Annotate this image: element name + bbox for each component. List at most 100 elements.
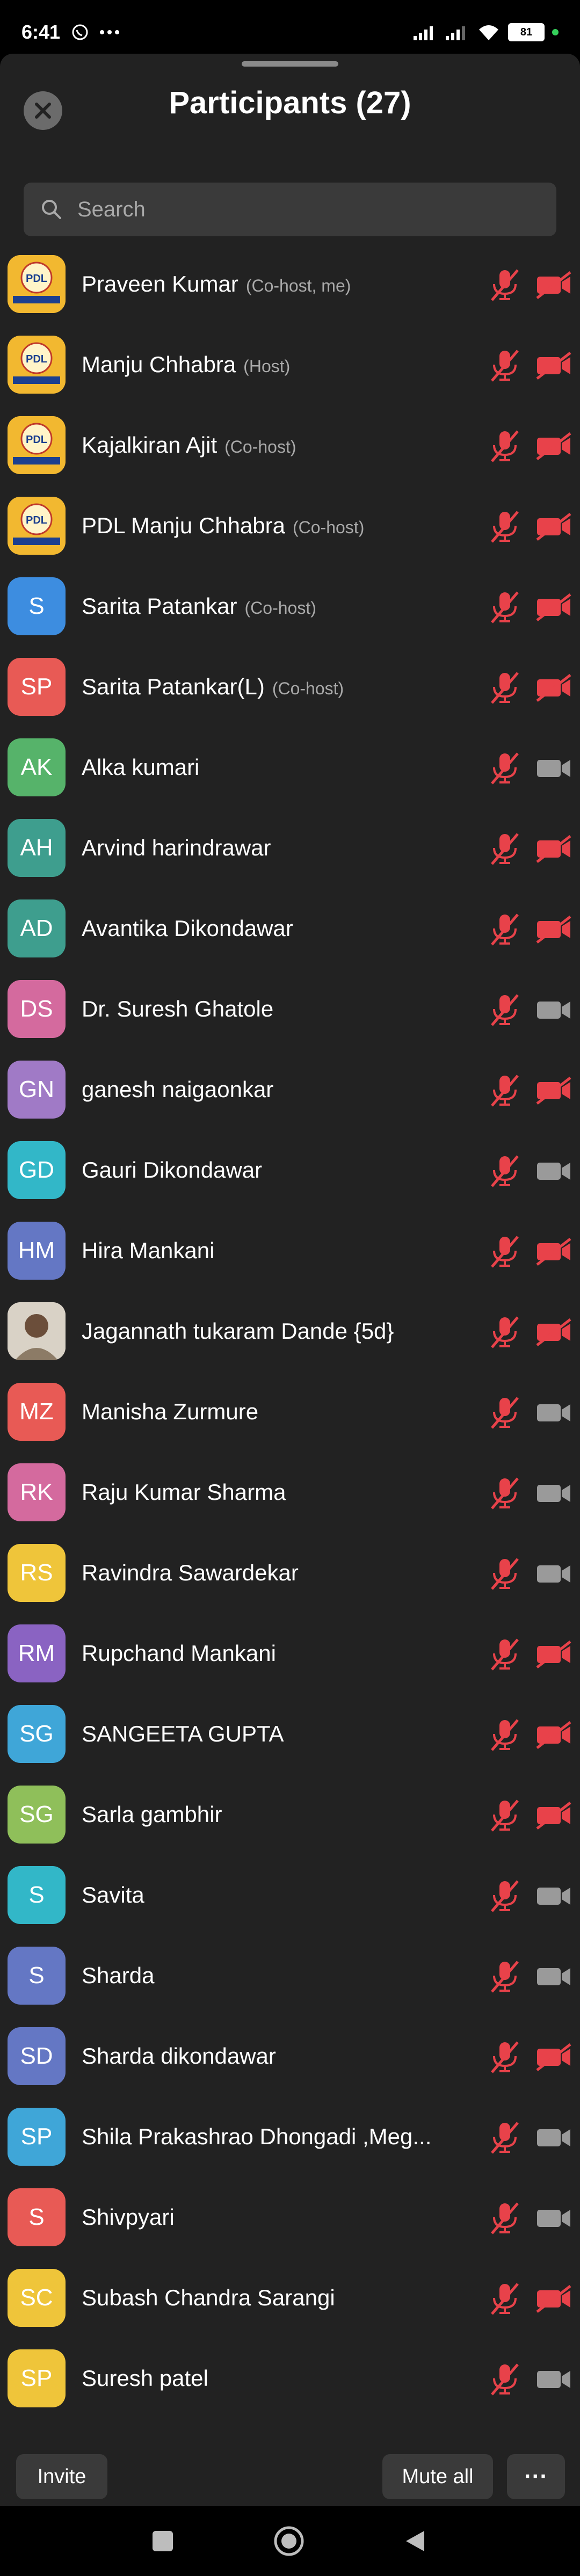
participant-name: Rupchand Mankani: [82, 1641, 276, 1666]
mic-muted-icon[interactable]: [489, 1396, 521, 1430]
participant-row[interactable]: PDL PDL Manju Chhabra (Co-host): [0, 486, 580, 567]
avatar: SD: [8, 2027, 66, 2085]
participant-name-text: ganesh naigaonkar: [82, 1077, 274, 1102]
participant-row[interactable]: S Sarita Patankar (Co-host): [0, 567, 580, 647]
mic-muted-icon[interactable]: [489, 912, 521, 947]
recents-icon[interactable]: [150, 2529, 175, 2553]
mic-muted-icon[interactable]: [489, 268, 521, 302]
mic-muted-icon[interactable]: [489, 1879, 521, 1913]
camera-icon[interactable]: [535, 1479, 572, 1507]
participant-name: Hira Mankani: [82, 1238, 214, 1264]
participant-row[interactable]: Jagannath tukaram Dande {5d}: [0, 1291, 580, 1372]
participant-row[interactable]: SP Suresh patel: [0, 2339, 580, 2419]
mic-muted-icon[interactable]: [489, 1154, 521, 1188]
mic-muted-icon[interactable]: [489, 1798, 521, 1833]
camera-off-icon[interactable]: [535, 271, 572, 299]
participant-row[interactable]: AH Arvind harindrawar: [0, 808, 580, 889]
mic-muted-icon[interactable]: [489, 429, 521, 463]
invite-button[interactable]: Invite: [16, 2454, 107, 2499]
participant-row[interactable]: RS Ravindra Sawardekar: [0, 1533, 580, 1614]
participant-row[interactable]: SC Subash Chandra Sarangi: [0, 2258, 580, 2339]
camera-icon[interactable]: [535, 1963, 572, 1991]
search-input[interactable]: [76, 197, 540, 222]
avatar: PDL: [8, 336, 66, 394]
participant-row[interactable]: S Sharda: [0, 1936, 580, 2016]
participant-row[interactable]: DS Dr. Suresh Ghatole: [0, 969, 580, 1050]
camera-off-icon[interactable]: [535, 2043, 572, 2071]
camera-icon[interactable]: [535, 2365, 572, 2393]
camera-icon[interactable]: [535, 1882, 572, 1910]
mic-muted-icon[interactable]: [489, 751, 521, 786]
mic-muted-icon[interactable]: [489, 832, 521, 866]
participant-row[interactable]: RK Raju Kumar Sharma: [0, 1453, 580, 1533]
camera-off-icon[interactable]: [535, 1077, 572, 1105]
camera-off-icon[interactable]: [535, 352, 572, 380]
mic-muted-icon[interactable]: [489, 2282, 521, 2316]
camera-off-icon[interactable]: [535, 2285, 572, 2313]
camera-icon[interactable]: [535, 1399, 572, 1427]
mic-muted-icon[interactable]: [489, 510, 521, 544]
camera-off-icon[interactable]: [535, 835, 572, 863]
camera-off-icon[interactable]: [535, 674, 572, 702]
camera-off-icon[interactable]: [535, 1641, 572, 1668]
mic-muted-icon[interactable]: [489, 2040, 521, 2074]
camera-off-icon[interactable]: [535, 1318, 572, 1346]
camera-off-icon[interactable]: [535, 432, 572, 460]
mic-muted-icon[interactable]: [489, 1960, 521, 1994]
mic-muted-icon[interactable]: [489, 590, 521, 625]
camera-off-icon[interactable]: [535, 513, 572, 541]
participant-row[interactable]: SG SANGEETA GUPTA: [0, 1694, 580, 1775]
mic-muted-icon[interactable]: [489, 1557, 521, 1591]
participant-row[interactable]: SP Sarita Patankar(L) (Co-host): [0, 647, 580, 728]
camera-icon[interactable]: [535, 1560, 572, 1588]
participant-row[interactable]: AD Avantika Dikondawar: [0, 889, 580, 969]
home-icon[interactable]: [273, 2525, 305, 2557]
participant-row[interactable]: PDL Praveen Kumar (Co-host, me): [0, 244, 580, 325]
mic-muted-icon[interactable]: [489, 1637, 521, 1672]
mic-muted-icon[interactable]: [489, 2362, 521, 2397]
participant-row[interactable]: SD Sharda dikondawar: [0, 2016, 580, 2097]
participant-row[interactable]: S Savita: [0, 1855, 580, 1936]
camera-icon[interactable]: [535, 996, 572, 1024]
mic-muted-icon[interactable]: [489, 349, 521, 383]
camera-icon[interactable]: [535, 754, 572, 782]
drag-handle[interactable]: [242, 61, 338, 67]
camera-off-icon[interactable]: [535, 1802, 572, 1830]
camera-off-icon[interactable]: [535, 1721, 572, 1749]
participant-name: Dr. Suresh Ghatole: [82, 996, 273, 1022]
mic-muted-icon[interactable]: [489, 1476, 521, 1511]
mic-muted-icon[interactable]: [489, 671, 521, 705]
camera-icon[interactable]: [535, 2124, 572, 2152]
participant-row[interactable]: S Shivpyari: [0, 2178, 580, 2258]
camera-icon[interactable]: [535, 2204, 572, 2232]
participant-row[interactable]: MZ Manisha Zurmure: [0, 1372, 580, 1453]
mic-muted-icon[interactable]: [489, 1315, 521, 1349]
more-options-button[interactable]: ···: [507, 2454, 565, 2499]
participant-row[interactable]: GD Gauri Dikondawar: [0, 1130, 580, 1211]
participant-row[interactable]: HM Hira Mankani: [0, 1211, 580, 1291]
camera-off-icon[interactable]: [535, 1238, 572, 1266]
close-button[interactable]: [24, 91, 62, 130]
participant-row[interactable]: PDL Manju Chhabra (Host): [0, 325, 580, 405]
participant-row[interactable]: SG Sarla gambhir: [0, 1775, 580, 1855]
participant-row[interactable]: AK Alka kumari: [0, 728, 580, 808]
camera-icon[interactable]: [535, 1157, 572, 1185]
mic-muted-icon[interactable]: [489, 2201, 521, 2236]
mic-muted-icon[interactable]: [489, 993, 521, 1027]
participant-row[interactable]: GN ganesh naigaonkar: [0, 1050, 580, 1130]
back-icon[interactable]: [402, 2528, 429, 2555]
mute-all-button[interactable]: Mute all: [382, 2454, 493, 2499]
mic-muted-icon[interactable]: [489, 1073, 521, 1108]
participant-name: Suresh patel: [82, 2365, 208, 2391]
mic-muted-icon[interactable]: [489, 1235, 521, 1269]
camera-off-icon[interactable]: [535, 916, 572, 944]
camera-off-icon[interactable]: [535, 593, 572, 621]
search-bar[interactable]: [24, 183, 556, 236]
participant-row[interactable]: PDL Kajalkiran Ajit (Co-host): [0, 405, 580, 486]
participant-row[interactable]: RM Rupchand Mankani: [0, 1614, 580, 1694]
participant-row[interactable]: SP Shila Prakashrao Dhongadi ,Meg...: [0, 2097, 580, 2178]
avatar-photo: [8, 1302, 66, 1360]
participant-name-text: Sharda dikondawar: [82, 2043, 276, 2069]
mic-muted-icon[interactable]: [489, 2121, 521, 2155]
mic-muted-icon[interactable]: [489, 1718, 521, 1752]
